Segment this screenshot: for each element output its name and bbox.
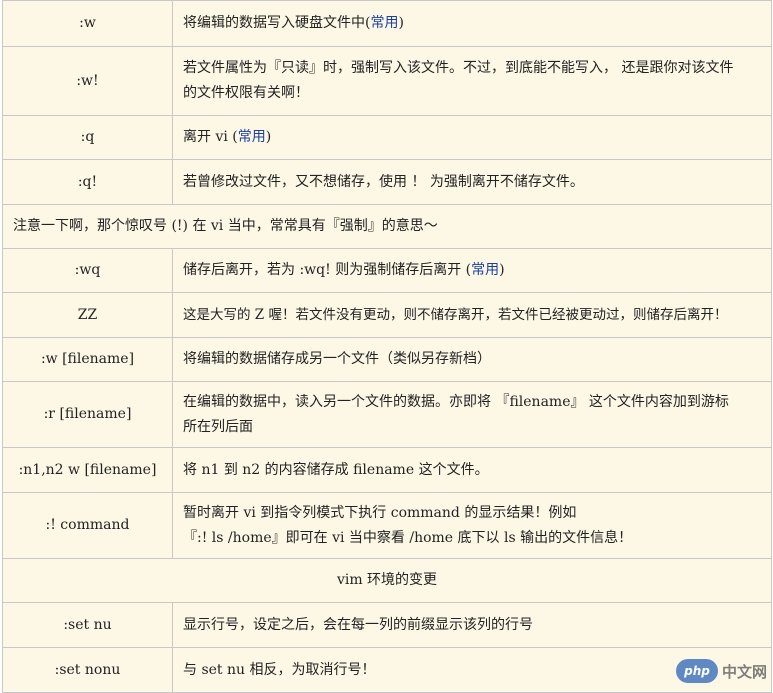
command-cell: :q! [2,159,173,205]
command-cell: :w [filename] [2,337,173,382]
description-cell: 离开 vi (常用) [172,115,772,160]
description-cell: 若曾修改过文件，又不想储存，使用 ！ 为强制离开不储存文件。 [172,159,772,205]
command-cell: :wq [2,248,173,293]
table-row: :set nonu 与 set nu 相反，为取消行号！ [2,647,772,693]
description-cell: 储存后离开，若为 :wq! 则为强制储存后离开 (常用) [172,248,772,293]
description-cell: 将 n1 到 n2 的内容储存成 filename 这个文件。 [172,447,772,493]
common-tag: 常用 [471,262,500,278]
description-cell: 将编辑的数据写入硬盘文件中(常用) [172,0,772,47]
table-row: :w! 若文件属性为『只读』时，强制写入该文件。不过，到底能不能写入， 还是跟你… [2,46,772,116]
table-row: :n1,n2 w [filename] 将 n1 到 n2 的内容储存成 fil… [2,447,772,493]
description-cell: 将编辑的数据储存成另一个文件（类似另存新档） [172,337,772,382]
command-cell: ZZ [2,292,173,338]
force-note: 注意一下啊，那个惊叹号 (!) 在 vi 当中，常常具有『强制』的意思～ [2,204,772,249]
description-cell: 这是大写的 Z 喔！若文件没有更动，则不储存离开，若文件已经被更动过，则储存后离… [172,292,772,338]
description-cell: 暂时离开 vi 到指令列模式下执行 command 的显示结果！例如 『:! ls… [172,492,772,559]
description-cell: 显示行号，设定之后，会在每一列的前缀显示该列的行号 [172,602,772,648]
section-header: vim 环境的变更 [2,558,772,603]
common-tag: 常用 [370,15,399,31]
command-cell: :r [filename] [2,381,173,448]
section-header-row: vim 环境的变更 [2,558,772,603]
watermark: php 中文网 [675,659,767,683]
description-cell: 若文件属性为『只读』时，强制写入该文件。不过，到底能不能写入， 还是跟你对该文件… [172,46,772,116]
note-row: 注意一下啊，那个惊叹号 (!) 在 vi 当中，常常具有『强制』的意思～ [2,204,772,249]
command-cell: :w! [2,46,173,116]
command-cell: :! command [2,492,173,559]
table-row: :set nu 显示行号，设定之后，会在每一列的前缀显示该列的行号 [2,602,772,648]
command-cell: :set nonu [2,647,173,693]
command-cell: :w [2,0,173,47]
table-row: :r [filename] 在编辑的数据中，读入另一个文件的数据。亦即将 『fi… [2,381,772,448]
table-row: :q! 若曾修改过文件，又不想储存，使用 ！ 为强制离开不储存文件。 [2,159,772,205]
table-row: ZZ 这是大写的 Z 喔！若文件没有更动，则不储存离开，若文件已经被更动过，则储… [2,292,772,338]
common-tag: 常用 [237,129,266,145]
table-row: :! command 暂时离开 vi 到指令列模式下执行 command 的显示… [2,492,772,559]
table-row: :w 将编辑的数据写入硬盘文件中(常用) [2,0,772,47]
command-cell: :n1,n2 w [filename] [2,447,173,493]
table-row: :wq 储存后离开，若为 :wq! 则为强制储存后离开 (常用) [2,248,772,293]
table-row: :w [filename] 将编辑的数据储存成另一个文件（类似另存新档） [2,337,772,382]
description-cell: 在编辑的数据中，读入另一个文件的数据。亦即将 『filename』 这个文件内容… [172,381,772,448]
command-cell: :q [2,115,173,160]
php-logo-icon: php [675,659,718,683]
table-row: :q 离开 vi (常用) [2,115,772,160]
vi-command-table: :w 将编辑的数据写入硬盘文件中(常用) :w! 若文件属性为『只读』时，强制写… [2,0,772,693]
watermark-text: 中文网 [721,662,767,681]
command-cell: :set nu [2,602,173,648]
